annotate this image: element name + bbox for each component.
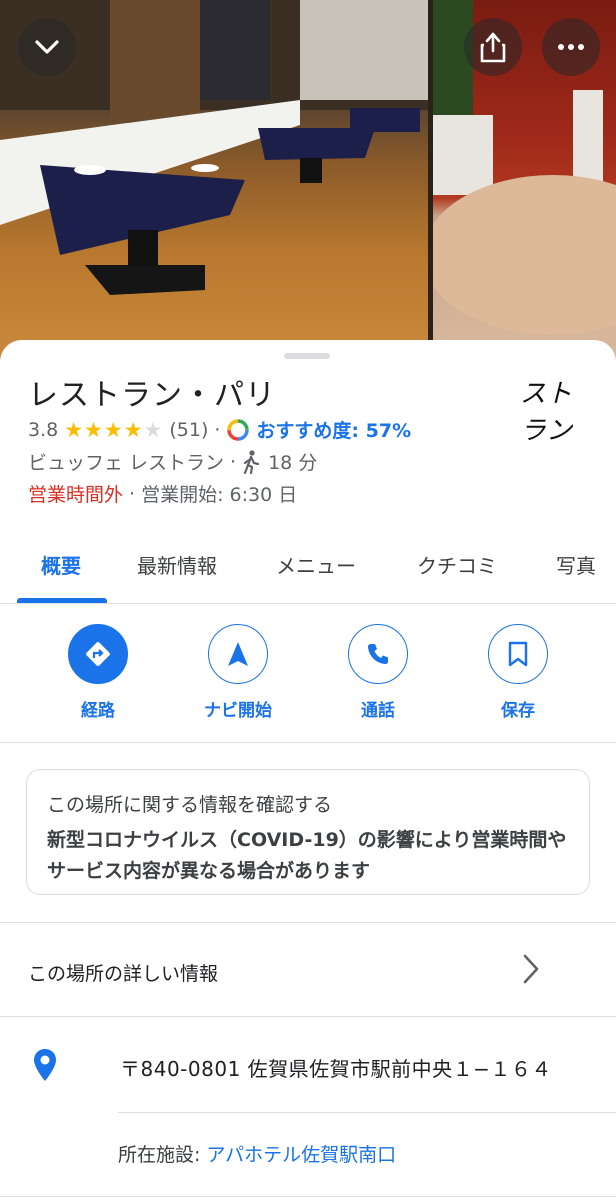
- separator-dot: ·: [230, 450, 237, 473]
- tab-bar: 概要 最新情報 メニュー クチコミ 写真: [0, 524, 616, 604]
- share-icon: [480, 32, 506, 63]
- walking-icon: [243, 449, 260, 474]
- collapse-button[interactable]: [18, 18, 76, 76]
- call-button[interactable]: 通話: [308, 624, 448, 721]
- opening-time: 営業開始: 6:30 日: [141, 484, 298, 506]
- place-sheet: レストラン・パリ ストラン 3.8 ★★★★★ (51) · おすすめ度: 57…: [0, 340, 616, 1200]
- google-recommend-icon: [227, 418, 250, 441]
- separator-dot: ·: [214, 418, 221, 441]
- photo-carousel[interactable]: [0, 0, 616, 360]
- place-title: レストラン・パリ: [28, 378, 276, 413]
- separator-dot: ·: [129, 482, 136, 505]
- facility-link[interactable]: アパホテル佐賀駅南口: [206, 1144, 396, 1166]
- notice-title: この場所に関する情報を確認する: [47, 794, 333, 816]
- directions-circle: [68, 624, 128, 684]
- divider: [0, 1016, 616, 1017]
- tab-overview[interactable]: 概要: [41, 550, 81, 579]
- walk-time: 18 分: [268, 452, 318, 474]
- facility-label: 所在施設:: [118, 1144, 201, 1166]
- notice-body: 新型コロナウイルス（COVID-19）の影響により営業時間やサービス内容が異なる…: [47, 829, 567, 882]
- save-button[interactable]: 保存: [448, 624, 588, 721]
- chevron-down-icon: [35, 40, 59, 54]
- phone-icon: [368, 644, 388, 664]
- divider: [0, 1196, 616, 1197]
- more-info-chevron[interactable]: [520, 952, 542, 990]
- rating-value: 3.8: [28, 418, 59, 441]
- hours-row[interactable]: 営業時間外 · 営業開始: 6:30 日: [28, 480, 297, 507]
- navigation-arrow-icon: [228, 642, 248, 666]
- category-row: ビュッフェ レストラン · 18 分: [28, 448, 317, 475]
- place-logo[interactable]: ストラン: [520, 379, 596, 446]
- open-status: 営業時間外: [28, 484, 124, 506]
- divider: [118, 1112, 616, 1113]
- tab-photos[interactable]: 写真: [556, 550, 596, 579]
- tab-menu[interactable]: メニュー: [276, 550, 356, 579]
- tab-reviews[interactable]: クチコミ: [417, 550, 497, 579]
- pin-svg: [34, 1049, 56, 1081]
- save-circle: [488, 624, 548, 684]
- start-navigation-button[interactable]: ナビ開始: [168, 624, 308, 721]
- location-pin-icon: [32, 1047, 58, 1087]
- navigation-circle: [208, 624, 268, 684]
- tab-updates[interactable]: 最新情報: [137, 550, 217, 579]
- action-buttons: 経路 ナビ開始 通話 保存: [0, 604, 616, 743]
- directions-button[interactable]: 経路: [28, 624, 168, 721]
- save-label: 保存: [501, 701, 535, 721]
- rating-row[interactable]: 3.8 ★★★★★ (51) · おすすめ度: 57%: [28, 416, 411, 443]
- review-count: (51): [169, 418, 209, 441]
- chevron-right-icon: [523, 954, 539, 984]
- share-button[interactable]: [464, 18, 522, 76]
- rating-stars: ★★★★★: [64, 417, 164, 442]
- covid-notice-card[interactable]: この場所に関する情報を確認する 新型コロナウイルス（COVID-19）の影響によ…: [26, 769, 590, 895]
- facility-row: 所在施設: アパホテル佐賀駅南口: [118, 1140, 396, 1167]
- call-circle: [348, 624, 408, 684]
- call-label: 通話: [361, 701, 395, 721]
- start-navigation-label: ナビ開始: [204, 701, 272, 721]
- active-tab-indicator: [17, 598, 107, 603]
- directions-label: 経路: [81, 701, 115, 721]
- more-info-label[interactable]: この場所の詳しい情報: [28, 959, 218, 986]
- category-label: ビュッフェ レストラン: [28, 452, 225, 474]
- divider: [0, 922, 616, 923]
- drag-handle[interactable]: [284, 353, 330, 359]
- more-options-button[interactable]: [542, 18, 600, 76]
- address-text[interactable]: 〒840-0801 佐賀県佐賀市駅前中央１−１６４: [120, 1053, 552, 1082]
- directions-icon: [86, 642, 110, 666]
- bookmark-icon: [508, 641, 528, 667]
- recommend-score: おすすめ度: 57%: [256, 420, 412, 442]
- more-horizontal-icon: [558, 44, 584, 50]
